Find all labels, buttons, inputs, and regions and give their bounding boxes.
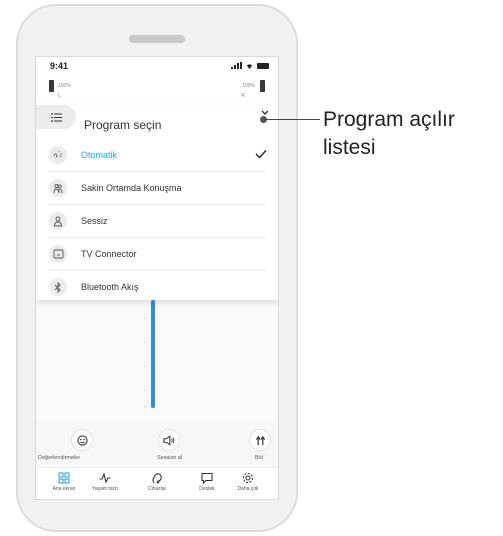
slider-tick — [144, 406, 146, 407]
volume-slider[interactable] — [151, 300, 155, 408]
phone-battery-icon — [257, 63, 269, 69]
hearing-aid-icon — [152, 473, 162, 484]
ratings-label: Değerlendirmeler — [38, 455, 81, 461]
activity-icon — [99, 472, 111, 484]
status-icons — [231, 62, 269, 69]
callout-label: Program açılır listesi — [323, 106, 455, 162]
auto-program-icon — [49, 146, 67, 164]
slider-tick — [144, 318, 146, 319]
program-dropdown: Program seçin Otomatik Sakin Ortamda Kon… — [36, 105, 278, 300]
program-label: Bluetooth Akış — [81, 282, 139, 292]
right-battery-percent: 100% — [242, 83, 255, 89]
right-side-label: R — [241, 93, 245, 99]
tab-home[interactable]: Ana ekran — [44, 472, 84, 492]
app-screen: 9:41 100% L 100% R Değerlendirmeler Sess… — [35, 56, 279, 500]
program-item-bluetooth[interactable]: Bluetooth Akış — [36, 271, 278, 304]
tab-label: Daha çok — [237, 486, 259, 492]
speaker-icon — [163, 434, 175, 446]
volume-slider-area — [36, 300, 278, 420]
status-time: 9:41 — [50, 61, 69, 71]
bluetooth-icon — [49, 278, 67, 296]
list-icon — [50, 112, 62, 122]
phone-frame: 9:41 100% L 100% R Değerlendirmeler Sess… — [16, 4, 298, 532]
smiley-icon — [76, 434, 88, 446]
tab-label: Yaşam tarzı — [91, 486, 119, 492]
quiet-icon — [49, 212, 67, 230]
status-bar: 9:41 — [36, 57, 278, 75]
bottom-tab-bar: Ana ekran Yaşam tarzı Cihazlar Destek Da… — [36, 467, 278, 499]
split-label: Böl — [255, 455, 263, 461]
left-battery-icon — [49, 80, 54, 92]
check-icon — [255, 150, 267, 159]
tv-connector-icon — [49, 245, 67, 263]
program-list-button[interactable] — [36, 105, 76, 129]
slider-tick — [144, 342, 146, 343]
tab-more[interactable]: Daha çok — [228, 472, 268, 492]
home-grid-icon — [58, 472, 70, 484]
tab-label: Destek — [199, 486, 215, 492]
left-side-label: L — [58, 93, 61, 99]
tab-label: Ana ekran — [52, 486, 76, 492]
conversation-icon — [49, 179, 67, 197]
mute-button[interactable] — [158, 429, 180, 451]
phone-speaker — [129, 35, 185, 43]
program-item-automatic[interactable]: Otomatik — [36, 139, 278, 172]
wifi-icon — [246, 64, 253, 69]
slider-tick — [144, 390, 146, 391]
program-dropdown-header[interactable]: Program seçin — [36, 105, 278, 139]
chat-icon — [201, 472, 213, 484]
slider-tick — [144, 366, 146, 367]
hearing-aid-battery-row: 100% L 100% R — [36, 75, 278, 105]
tab-lifestyle[interactable]: Yaşam tarzı — [85, 472, 125, 492]
tab-support[interactable]: Destek — [187, 472, 227, 492]
callout-line-2: listesi — [323, 136, 376, 159]
program-item-conversation[interactable]: Sakin Ortamda Konuşma — [36, 172, 278, 205]
left-battery-percent: 100% — [58, 83, 71, 89]
program-label: TV Connector — [81, 249, 137, 259]
program-item-quiet[interactable]: Sessiz — [36, 205, 278, 238]
tab-devices[interactable]: Cihazlar — [137, 472, 177, 492]
program-label: Sessiz — [81, 216, 108, 226]
signal-icon — [231, 62, 242, 69]
ratings-button[interactable] — [71, 429, 93, 451]
gear-icon — [242, 472, 254, 484]
tab-label: Cihazlar — [147, 486, 167, 492]
callout-line — [264, 119, 320, 120]
mute-label: Sessize al — [157, 455, 183, 461]
right-battery-icon — [260, 80, 265, 92]
program-item-tv-connector[interactable]: TV Connector — [36, 238, 278, 271]
split-icon — [255, 435, 265, 445]
callout-line-1: Program açılır — [323, 108, 455, 131]
program-dropdown-title: Program seçin — [84, 118, 162, 132]
split-button[interactable] — [249, 429, 271, 451]
program-label: Otomatik — [81, 150, 118, 160]
program-label: Sakin Ortamda Konuşma — [81, 183, 182, 193]
